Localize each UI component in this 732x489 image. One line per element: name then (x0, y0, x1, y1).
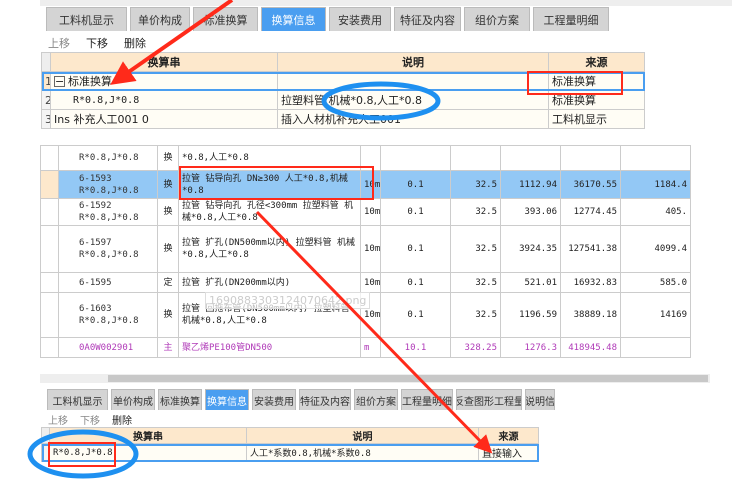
annotation-overlay (27, 0, 623, 479)
red-arrow-middle (255, 210, 493, 454)
red-box-source (527, 71, 623, 95)
blue-ellipse-top (321, 81, 441, 121)
red-box-expr (48, 442, 116, 467)
red-arrow-top (110, 0, 234, 85)
red-box-description (179, 166, 374, 200)
blue-ellipse-bottom (27, 429, 139, 479)
